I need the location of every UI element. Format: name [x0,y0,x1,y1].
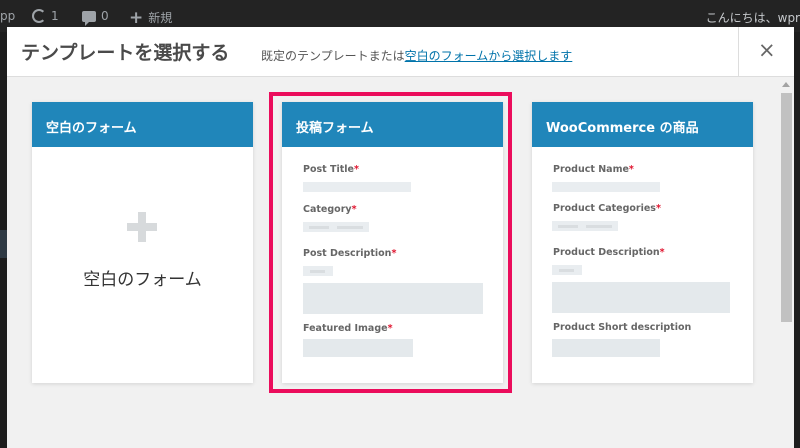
comment-icon [82,10,96,26]
updates-count: 1 [51,9,59,23]
textarea-placeholder [303,283,483,314]
my-account-link[interactable]: こんにちは、wpr [706,9,800,26]
field-label: Product Description* [553,247,665,258]
background-menu-highlight [0,230,7,258]
modal-subtitle-text: 既定のテンプレートまたは [261,49,405,63]
comments-link[interactable]: 0 [82,9,109,26]
scroll-thumb[interactable] [781,93,792,322]
close-button[interactable]: × [738,27,794,76]
new-content-link[interactable]: + 新規 [129,9,172,26]
template-card-woocommerce[interactable]: WooCommerce の商品 Product Name* Product Ca… [532,102,753,383]
blank-form-label: 空白のフォーム [83,270,202,290]
new-label: 新規 [148,11,173,25]
close-icon: × [758,38,776,62]
card-title: WooCommerce の商品 [532,102,753,147]
field-placeholder-line [310,270,325,273]
template-card-blank[interactable]: 空白のフォーム 空白のフォーム [32,102,253,383]
greeting-text: こんにちは、wpr [705,11,800,25]
field-placeholder-line [337,226,363,229]
field-placeholder-line [559,269,574,272]
field-label: Product Categories* [553,203,661,214]
field-label: Product Short description [553,322,692,333]
card-title: 空白のフォーム [32,102,253,147]
modal-scrollbar[interactable] [779,77,794,448]
updates-icon [32,9,46,23]
textarea-placeholder [552,282,730,313]
modal-title: テンプレートを選択する [21,42,230,64]
site-name-link[interactable]: pp [0,9,15,23]
site-name-text: pp [0,9,16,23]
modal-header: テンプレートを選択する 既定のテンプレートまたは空白のフォームから選択します × [7,27,794,77]
field-placeholder-line [558,225,578,228]
field-label: Category* [303,204,357,215]
field-label: Featured Image* [303,323,393,334]
comments-count: 0 [101,9,109,23]
field-label: Post Title* [303,164,359,175]
blank-form-link[interactable]: 空白のフォームから選択します [405,49,573,63]
modal-subtitle: 既定のテンプレートまたは空白のフォームから選択します [261,47,572,64]
template-modal: テンプレートを選択する 既定のテンプレートまたは空白のフォームから選択します ×… [7,27,794,448]
field-placeholder [552,182,660,192]
field-placeholder [303,339,413,357]
plus-icon: + [129,7,144,28]
field-label: Post Description* [303,248,397,259]
scroll-up-arrow-icon[interactable] [782,82,790,87]
field-placeholder [303,182,411,192]
field-placeholder [552,339,660,357]
template-card-post[interactable]: 投稿フォーム Post Title* Category* Post Descri… [282,102,503,383]
card-title: 投稿フォーム [282,102,503,147]
field-placeholder-line [309,226,329,229]
field-placeholder-line [586,225,612,228]
updates-link[interactable]: 1 [32,9,59,23]
field-label: Product Name* [553,164,634,175]
